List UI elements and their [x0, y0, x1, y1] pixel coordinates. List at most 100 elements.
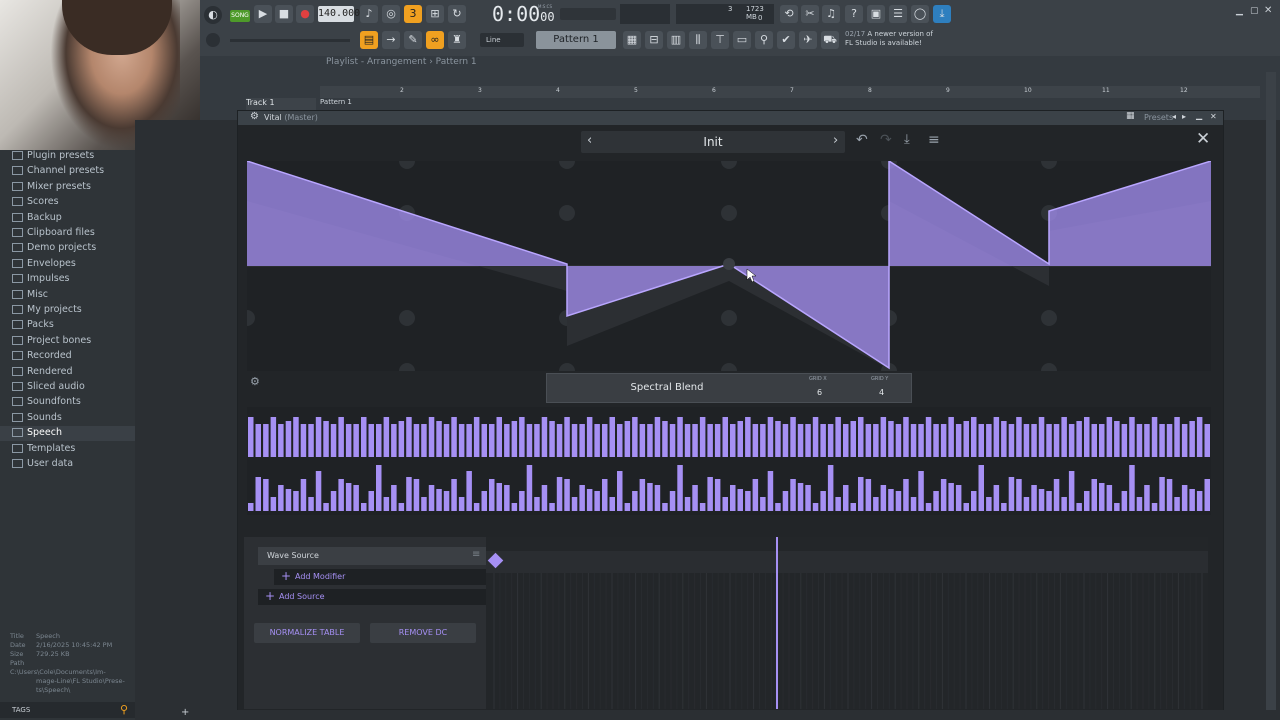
plugin-title-bar[interactable]: ⚙ Vital (Master) ▦ Presets ◂ ▸ ▁ ✕ [238, 111, 1223, 125]
master-volume-slider[interactable] [560, 8, 616, 20]
browser-item[interactable]: Clipboard files [12, 227, 95, 242]
stamp-icon[interactable]: ♜ [448, 31, 466, 49]
close-editor-icon[interactable]: ✕ [1196, 129, 1210, 149]
spectral-blend-panel[interactable]: Spectral Blend GRID X 6 GRID Y 4 [546, 373, 912, 403]
browser-item[interactable]: Scores [12, 196, 59, 211]
arrow-icon[interactable]: → [382, 31, 400, 49]
preset-name[interactable]: Init [581, 135, 845, 149]
browser-item[interactable]: Envelopes [12, 258, 76, 273]
browser-item[interactable]: Backup [12, 212, 62, 227]
step-edit-icon[interactable]: ⊞ [426, 5, 444, 23]
presets-icon[interactable]: ▦ [1126, 111, 1135, 121]
control-point[interactable] [723, 258, 735, 270]
loop-record-icon[interactable]: ↻ [448, 5, 466, 23]
playlist-breadcrumb[interactable]: Playlist - Arrangement › Pattern 1 [326, 57, 477, 67]
browser-item[interactable]: Mixer presets [12, 181, 91, 196]
frequency-spectrum[interactable] [247, 407, 1211, 515]
grid-x-value[interactable]: 6 [817, 388, 822, 397]
tempo-display[interactable]: 140.000 [318, 6, 360, 22]
browser-item[interactable]: Packs [12, 319, 54, 334]
browser-item[interactable]: User data [12, 458, 73, 473]
right-scrollbar[interactable] [1266, 72, 1276, 712]
script-icon[interactable]: ✈ [799, 31, 817, 49]
add-modifier-row[interactable]: + Add Modifier [274, 569, 486, 585]
browser-icon[interactable]: ▭ [733, 31, 751, 49]
news-panel[interactable]: 02/17 A newer version of FL Studio is av… [845, 30, 955, 50]
browser-item[interactable]: Soundfonts [12, 396, 81, 411]
wave-source-row[interactable]: Wave Source ≡ [258, 547, 486, 565]
plugin-picker-icon[interactable]: ⚲ [755, 31, 773, 49]
mixer-view-icon[interactable]: ⫼ [689, 31, 707, 49]
track-header[interactable]: Track 1 [246, 98, 316, 110]
time-display[interactable]: 0:0000 M:S:CS [492, 2, 555, 28]
drag-handle-icon[interactable]: ≡ [472, 549, 480, 560]
browser-item[interactable]: Channel presets [12, 165, 104, 180]
normalize-table-button[interactable]: NORMALIZE TABLE [254, 623, 360, 643]
browser-item[interactable]: Misc [12, 289, 48, 304]
metronome-icon[interactable]: ♪ [360, 5, 378, 23]
search-icon[interactable]: ⚲ [120, 703, 128, 716]
song-mode-toggle[interactable]: SONG [230, 10, 250, 22]
pencil-icon[interactable]: ✎ [404, 31, 422, 49]
browser-item[interactable]: Plugin presets [12, 150, 94, 165]
tags-bar[interactable]: TAGS ⚲ [0, 702, 135, 718]
browser-item[interactable]: Sounds [12, 412, 62, 427]
link-icon[interactable]: ∞ [426, 31, 444, 49]
browser-item[interactable]: Speech [12, 427, 62, 442]
add-track-icon[interactable]: + [181, 707, 189, 718]
preset-prev-icon[interactable]: ◂ [1172, 112, 1176, 121]
add-source-row[interactable]: + Add Source [258, 589, 486, 605]
piano-icon[interactable]: ▥ [667, 31, 685, 49]
undo-icon[interactable]: ⟲ [780, 5, 798, 23]
undo-icon[interactable]: ↶ [856, 132, 868, 148]
countdown-icon[interactable]: 3 [404, 5, 422, 23]
browser-item[interactable]: Demo projects [12, 242, 96, 257]
browser-item[interactable]: Templates [12, 443, 75, 458]
help-icon[interactable]: ? [845, 5, 863, 23]
pitch-slider[interactable] [230, 39, 350, 42]
channel-rack-icon[interactable]: ⊟ [645, 31, 663, 49]
settings-gear-icon[interactable]: ⚙ [250, 375, 260, 388]
grid-y-value[interactable]: 4 [879, 388, 884, 397]
download-icon[interactable]: ⤓ [933, 5, 951, 23]
mixer-icon[interactable]: ☰ [889, 5, 907, 23]
wavetable-timeline[interactable] [486, 537, 1208, 709]
snap-knob[interactable] [206, 33, 220, 47]
remove-dc-button[interactable]: REMOVE DC [370, 623, 476, 643]
pattern-select[interactable]: Pattern 1 [536, 31, 616, 49]
waveform-display[interactable] [247, 161, 1211, 371]
browser-item[interactable]: Sliced audio [12, 381, 85, 396]
browser-item[interactable]: My projects [12, 304, 82, 319]
close-icon[interactable]: ✕ [1210, 112, 1217, 121]
presets-label[interactable]: Presets [1144, 113, 1173, 122]
window-close-icon[interactable]: ✕ [1264, 5, 1272, 16]
browser-item[interactable]: Recorded [12, 350, 72, 365]
menu-icon[interactable]: ◐ [204, 6, 222, 24]
mic-icon[interactable]: ♫ [822, 5, 840, 23]
chat-icon[interactable]: ◯ [911, 5, 929, 23]
hierarchy-icon[interactable]: ⊤ [711, 31, 729, 49]
preset-next-arrow-icon[interactable]: › [833, 133, 838, 148]
tools-icon[interactable]: ✔ [777, 31, 795, 49]
play-button[interactable]: ▶ [254, 5, 272, 23]
window-max-icon[interactable]: ▢ [1250, 6, 1259, 16]
preset-next-icon[interactable]: ▸ [1182, 112, 1186, 121]
menu-icon[interactable]: ≡ [928, 132, 940, 148]
gear-icon[interactable]: ⚙ [250, 111, 259, 122]
minimize-icon[interactable]: ▁ [1196, 111, 1202, 120]
stop-button[interactable]: ■ [275, 5, 293, 23]
preset-bar[interactable]: ‹ Init › [581, 131, 845, 153]
wait-input-icon[interactable]: ◎ [382, 5, 400, 23]
playhead[interactable] [776, 537, 778, 709]
browser-item[interactable]: Rendered [12, 366, 73, 381]
record-button[interactable]: ● [296, 5, 314, 23]
pattern-clip[interactable]: Pattern 1 [320, 98, 380, 108]
cut-icon[interactable]: ✂ [801, 5, 819, 23]
save-icon[interactable]: ▣ [867, 5, 885, 23]
window-min-icon[interactable]: ▁ [1236, 6, 1243, 16]
playlist-icon[interactable]: ▦ [623, 31, 641, 49]
line-mode-select[interactable]: Line [480, 33, 524, 47]
browser-item[interactable]: Impulses [12, 273, 70, 288]
redo-icon[interactable]: ↷ [880, 132, 892, 148]
shop-icon[interactable]: ⛟ [821, 31, 839, 49]
